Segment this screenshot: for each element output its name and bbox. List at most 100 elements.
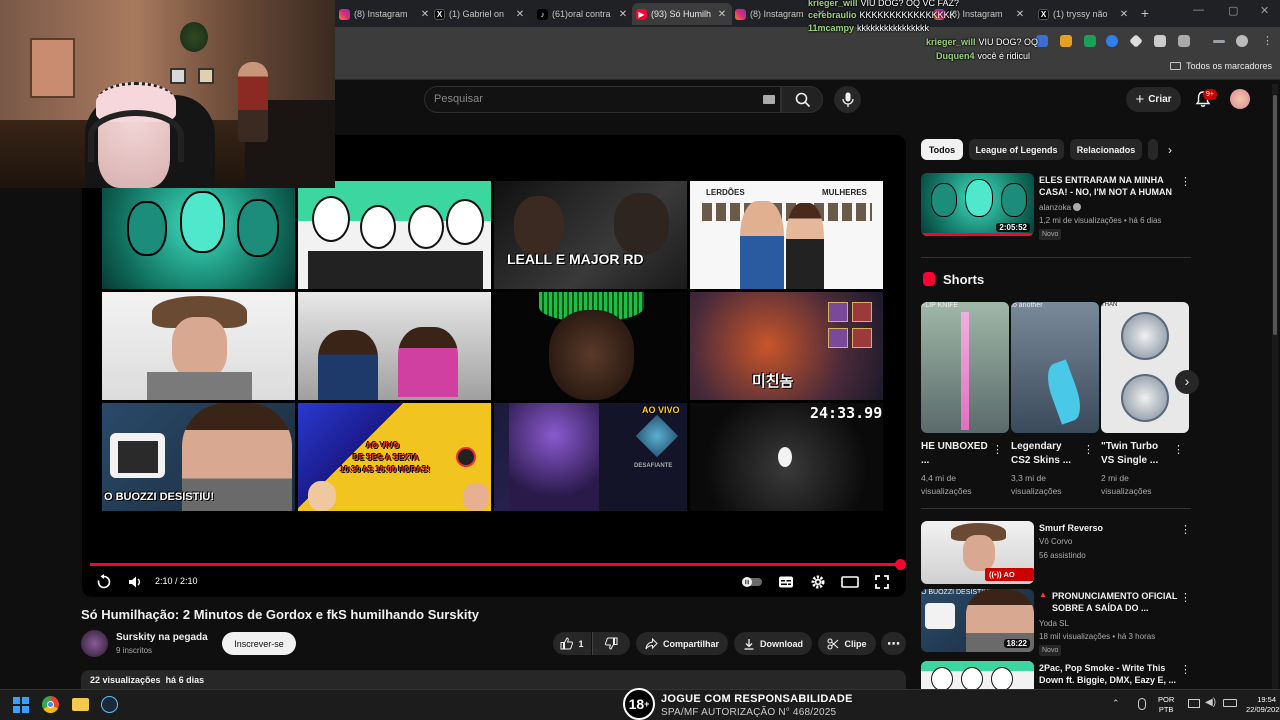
browser-tab[interactable]: X (1) Gabriel on ✕ — [430, 3, 530, 25]
close-tab-icon[interactable]: ✕ — [716, 9, 728, 20]
close-tab-icon[interactable]: ✕ — [1118, 9, 1130, 20]
close-tab-icon[interactable]: ✕ — [617, 9, 629, 20]
sidebar-video-title[interactable]: PRONUNCIAMENTO OFICIAL SOBRE A SAÍDA DO … — [1052, 590, 1180, 614]
taskbar-clock[interactable]: 19:54 22/09/2025 — [1246, 695, 1280, 715]
short-thumb[interactable]: to another — [1011, 302, 1099, 433]
endscreen-thumb-7[interactable] — [494, 292, 687, 400]
endscreen-thumb-1[interactable] — [102, 181, 295, 289]
short-title[interactable]: "Twin Turbo VS Single ... — [1101, 440, 1171, 468]
fullscreen-button[interactable] — [873, 573, 891, 591]
sidebar-video-thumb[interactable]: ((•)) AO VIVO — [921, 521, 1034, 584]
tray-microphone-icon[interactable] — [1138, 698, 1146, 710]
sidebar-video-title[interactable]: ELES ENTRARAM NA MINHA CASA! - NO, I'M N… — [1039, 174, 1179, 198]
profile-icon[interactable] — [1236, 35, 1248, 47]
account-avatar[interactable] — [1230, 89, 1250, 109]
sidebar-video-thumb[interactable]: O BUOZZI DESISTIU! 18:22 — [921, 589, 1034, 652]
replay-button[interactable] — [95, 573, 113, 591]
tray-chevron-up-icon[interactable]: ⌃ — [1112, 698, 1120, 709]
extension-pin-icon[interactable] — [1060, 35, 1072, 47]
sidebar-video-title[interactable]: Smurf Reverso — [1039, 522, 1179, 534]
endscreen-thumb-9[interactable]: O BUOZZI DESISTIU! — [102, 403, 295, 511]
endscreen-thumb-8[interactable]: 미친놈 — [690, 292, 883, 400]
tray-volume-icon[interactable]: ◀) — [1205, 697, 1216, 708]
close-tab-icon[interactable]: ✕ — [1014, 9, 1026, 20]
channel-name[interactable]: Surskity na pegada — [116, 632, 208, 643]
tray-network-icon[interactable] — [1188, 699, 1200, 708]
new-tab-button[interactable]: + — [1137, 5, 1153, 21]
close-window-button[interactable]: ✕ — [1260, 4, 1269, 17]
chevron-right-icon[interactable]: › — [1168, 143, 1172, 157]
browser-tab[interactable]: (8) Instagram ✕ — [335, 3, 435, 25]
extension-green-icon[interactable] — [1084, 35, 1096, 47]
extensions-puzzle-icon[interactable] — [1178, 35, 1190, 47]
chip-related[interactable]: Relacionados — [1070, 139, 1142, 160]
sidebar-video-thumb[interactable] — [921, 661, 1034, 689]
short-menu[interactable]: ⋮ — [1083, 444, 1094, 456]
minimize-button[interactable]: — — [1193, 4, 1204, 16]
like-button[interactable]: 1 — [553, 632, 591, 655]
sidebar-video-channel[interactable]: alanzoka — [1039, 201, 1082, 214]
shorts-next-button[interactable]: › — [1175, 370, 1199, 394]
windows-start-icon[interactable] — [13, 697, 29, 713]
sidebar-video-title[interactable]: 2Pac, Pop Smoke - Write This Down ft. Bi… — [1039, 662, 1179, 686]
clip-button[interactable]: Clipe — [818, 632, 876, 655]
theater-mode-button[interactable] — [841, 573, 859, 591]
sidebar-video-menu[interactable]: ⋮ — [1180, 524, 1191, 536]
sidebar-video-menu[interactable]: ⋮ — [1180, 664, 1191, 676]
autoplay-toggle[interactable] — [741, 573, 763, 591]
tray-battery-icon[interactable] — [1223, 699, 1237, 707]
all-bookmarks-button[interactable]: Todos os marcadores — [1169, 61, 1272, 71]
short-menu[interactable]: ⋮ — [992, 444, 1003, 456]
extension-square-icon[interactable] — [1154, 35, 1166, 47]
browser-tab[interactable]: X (1) tryssy não ✕ — [1034, 3, 1134, 25]
chip-all[interactable]: Todos — [921, 139, 963, 160]
endscreen-thumb-6[interactable] — [298, 292, 491, 400]
endscreen-thumb-11[interactable]: AO VIVO DESAFIANTE — [494, 403, 687, 511]
close-tab-icon[interactable]: ✕ — [514, 9, 526, 20]
chip-league-of-legends[interactable]: League of Legends — [969, 139, 1064, 160]
language-indicator[interactable]: POR PTB — [1158, 695, 1174, 715]
reading-list-icon[interactable] — [1213, 40, 1225, 43]
share-button[interactable]: Compartilhar — [636, 632, 728, 655]
search-input[interactable]: Pesquisar — [434, 93, 483, 105]
short-thumb[interactable]: THAN — [1101, 302, 1189, 433]
endscreen-thumb-5[interactable] — [102, 292, 295, 400]
short-menu[interactable]: ⋮ — [1173, 444, 1184, 456]
extension-wave-icon[interactable] — [1106, 35, 1118, 47]
sidebar-video-menu[interactable]: ⋮ — [1180, 592, 1191, 604]
endscreen-thumb-2[interactable] — [298, 181, 491, 289]
chip-partial[interactable] — [1148, 139, 1158, 160]
keyboard-icon[interactable] — [763, 95, 775, 104]
subscribe-button[interactable]: Inscrever-se — [222, 632, 296, 655]
search-button[interactable] — [781, 86, 823, 113]
volume-button[interactable] — [126, 573, 144, 591]
endscreen-thumb-10[interactable]: AO VIVO DE SEG A SEXTA 10:30 AS 16:00 HO… — [298, 403, 491, 511]
sidebar-video-menu[interactable]: ⋮ — [1180, 176, 1191, 188]
steam-taskbar-icon[interactable] — [101, 696, 118, 713]
short-thumb[interactable]: FLIP KNIFE — [921, 302, 1009, 433]
endscreen-thumb-3[interactable]: LEALL E MAJOR RD — [494, 181, 687, 289]
short-title[interactable]: HE UNBOXED ... — [921, 440, 991, 468]
browser-tab[interactable]: ♪ (61)oral contra ✕ — [533, 3, 633, 25]
short-title[interactable]: Legendary CS2 Skins ... — [1011, 440, 1081, 468]
browser-menu-icon[interactable]: ⋮ — [1262, 35, 1274, 47]
browser-tab[interactable]: ▶ (93) Só Humilh ✕ — [632, 3, 732, 25]
progress-scrubber[interactable] — [895, 559, 906, 570]
channel-avatar[interactable] — [81, 630, 108, 657]
sidebar-video-channel[interactable]: Vô Corvo — [1039, 535, 1072, 548]
create-button[interactable]: + Criar — [1126, 87, 1181, 112]
chrome-taskbar-icon[interactable] — [42, 696, 59, 713]
file-explorer-taskbar-icon[interactable] — [72, 698, 89, 711]
dislike-button[interactable] — [592, 632, 630, 655]
voice-search-button[interactable] — [834, 86, 861, 113]
subtitles-button[interactable] — [777, 573, 795, 591]
sidebar-video-thumb[interactable]: 2:05:52 — [921, 173, 1034, 236]
settings-button[interactable] — [809, 573, 827, 591]
more-actions-button[interactable]: ⋯ — [881, 632, 906, 655]
endscreen-thumb-4[interactable]: LERDÕES MULHERES — [690, 181, 883, 289]
sidebar-video-channel[interactable]: Yoda SL — [1039, 617, 1069, 630]
maximize-button[interactable]: ▢ — [1228, 4, 1238, 17]
scrollbar-thumb[interactable] — [1273, 95, 1277, 335]
download-button[interactable]: Download — [734, 632, 812, 655]
speedrun-timer: 24:33.99 — [810, 404, 883, 422]
